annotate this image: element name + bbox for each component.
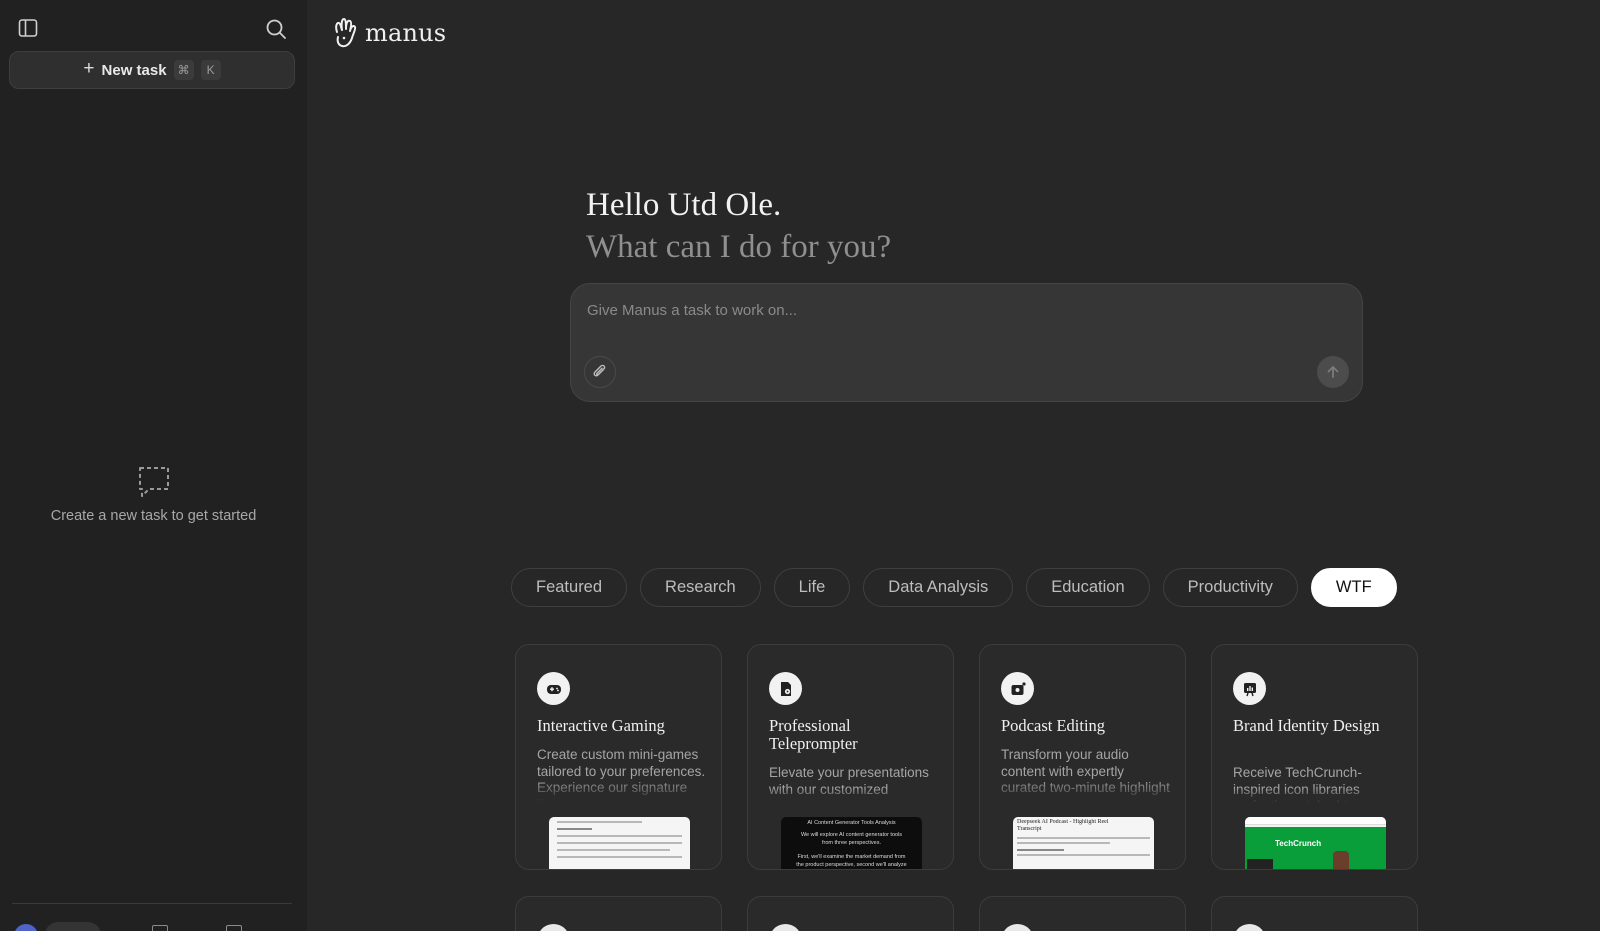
book-icon[interactable] [226,925,242,931]
plan-pill[interactable] [45,922,101,931]
use-case-card[interactable]: Interactive Gaming Create custom mini-ga… [515,644,722,870]
empty-state-text: Create a new task to get started [50,508,257,524]
use-case-cards: Interactive Gaming Create custom mini-ga… [515,644,1418,931]
tab-research[interactable]: Research [640,568,761,607]
tab-life[interactable]: Life [773,568,851,607]
empty-state: Create a new task to get started [0,464,307,524]
tab-education[interactable]: Education [1026,568,1150,607]
send-button[interactable] [1317,356,1349,388]
sidebar-header [0,0,307,50]
thumb-text: Deepseek AI Podcast - Highlight Reel [1017,819,1109,825]
tab-wtf[interactable]: WTF [1310,568,1397,607]
card-icon [769,924,802,931]
thumb-text: Transcript [1017,826,1042,832]
use-case-card[interactable]: Brand Identity Design Receive TechCrunch… [1211,644,1418,870]
arrow-up-icon [1327,366,1339,378]
sidebar-divider [12,903,292,904]
use-case-card[interactable] [1211,896,1418,931]
thumb-text: We will explore AI content generator too… [800,832,903,838]
shortcut-key-cmd: ⌘ [173,60,194,80]
greeting-subtitle: What can I do for you? [586,229,892,265]
tab-data-analysis[interactable]: Data Analysis [863,568,1014,607]
card-thumbnail: AI Content Generator Tools Analysis We w… [781,817,922,869]
new-task-label: New task [101,61,167,79]
use-case-card[interactable] [515,896,722,931]
mail-icon[interactable] [152,925,168,931]
use-case-card[interactable] [747,896,954,931]
gamepad-icon [537,672,570,705]
plus-icon: + [83,58,95,79]
card-icon [537,924,570,931]
logo-text: manus [365,19,447,47]
thumb-text: AI Content Generator Tools Analysis [807,820,896,826]
card-description: Elevate your presentations with our cust… [769,765,929,797]
card-description: Receive TechCrunch-inspired icon librari… [1233,765,1362,803]
thumb-text: from three perspectives. [822,840,881,846]
avatar[interactable] [14,924,38,931]
manus-logo: manus [333,16,446,50]
thumb-text: TechCrunch [1275,839,1322,848]
sidebar: + New task ⌘ K Create a new task to get … [0,0,307,931]
use-case-card[interactable]: Podcast Editing Transform your audio con… [979,644,1186,870]
card-title: Interactive Gaming [537,716,665,735]
card-description: Transform your audio content with expert… [1001,747,1170,801]
task-input[interactable] [587,298,1337,322]
card-title: Podcast Editing [1001,716,1106,735]
search-icon[interactable] [265,18,287,40]
greeting: Hello Utd Ole. What can I do for you? [586,184,891,268]
card-icon [1233,924,1266,931]
thumb-text: First, we'll examine the market demand f… [797,854,906,860]
new-task-button[interactable]: + New task ⌘ K [9,51,295,89]
tab-productivity[interactable]: Productivity [1162,568,1298,607]
thumb-text: the product perspective, second we'll an… [796,862,907,868]
card-description: Create custom mini-games tailored to you… [537,747,706,801]
card-thumbnail: TechCrunch [1245,817,1386,869]
task-composer [570,283,1363,402]
card-title: Brand Identity Design [1233,716,1380,735]
chart-icon [1233,672,1266,705]
shortcut-key-k: K [200,60,221,80]
tab-featured[interactable]: Featured [511,568,628,607]
card-title: Professional Teleprompter [769,716,858,753]
use-case-card[interactable]: Professional Teleprompter Elevate your p… [747,644,954,870]
manus-hand-icon [335,17,357,48]
chat-bubble-dashed-icon [138,467,169,497]
card-icon [1001,924,1034,931]
attach-button[interactable] [584,356,616,388]
category-tabs: Featured Research Life Data Analysis Edu… [511,568,1397,607]
greeting-title: Hello Utd Ole. [586,187,782,223]
podcast-icon [1001,672,1034,705]
document-play-icon [769,672,802,705]
card-thumbnail [549,817,690,869]
use-case-card[interactable] [979,896,1186,931]
sidebar-toggle-icon[interactable] [18,18,38,38]
paperclip-icon [593,364,606,377]
sidebar-footer [0,918,307,931]
card-thumbnail: Deepseek AI Podcast - Highlight Reel Tra… [1013,817,1154,869]
